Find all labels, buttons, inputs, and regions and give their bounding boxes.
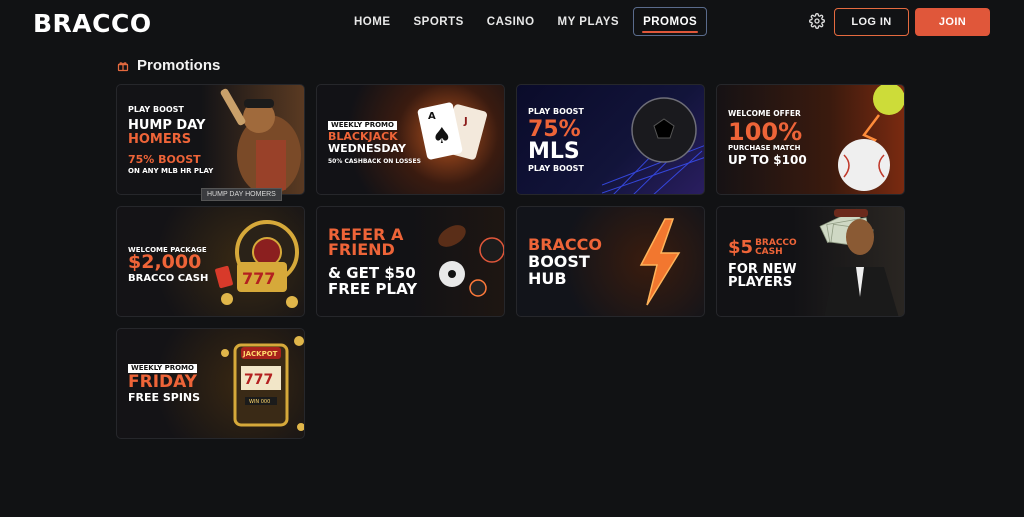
card-tag: PLAY BOOST — [528, 107, 584, 116]
card-line2: PURCHASE MATCH — [728, 144, 801, 152]
nav-promos[interactable]: PROMOS — [633, 7, 708, 36]
slot-machine-art: JACKPOT 777 WIN 000 — [221, 336, 304, 431]
card-tag: PLAY BOOST — [128, 105, 184, 114]
gift-icon — [117, 61, 129, 71]
card-tooltip: HUMP DAY HOMERS — [201, 188, 282, 201]
card-line2: MLS — [528, 139, 580, 164]
card-line1: FRIDAY — [128, 372, 197, 392]
card-line1: 75% — [528, 117, 581, 142]
card-line2: WEDNESDAY — [328, 142, 406, 155]
section-title: Promotions — [137, 57, 221, 74]
lightning-bolt-art — [639, 218, 681, 306]
promo-card-blackjack-wednesday[interactable]: A ♠ J WEEKLY PROMO BLACKJACK WEDNESDAY 5… — [316, 84, 505, 195]
card-line1: $2,000 — [128, 251, 202, 273]
ball-lightning-art — [838, 85, 904, 191]
dog-money-art — [819, 208, 899, 316]
svg-text:♠: ♠ — [432, 124, 452, 149]
promo-card-refer-a-friend[interactable]: REFER A FRIEND & GET $50 FREE PLAY — [316, 206, 505, 317]
promo-card-hump-day-homers[interactable]: PLAY BOOST HUMP DAY HOMERS 75% BOOST ON … — [116, 84, 305, 195]
playing-cards-art: A ♠ J — [417, 102, 487, 160]
card-line1: BLACKJACK — [328, 130, 398, 143]
card-line3: 75% BOOST — [128, 153, 201, 166]
promo-card-friday-free-spins[interactable]: JACKPOT 777 WIN 000 WEEKLY PROMO FRIDAY … — [116, 328, 305, 439]
slot-win-label: WIN 000 — [249, 399, 270, 405]
card-line3: 50% CASHBACK ON LOSSES — [328, 158, 421, 165]
gear-icon[interactable] — [809, 13, 825, 29]
card-tag: WEEKLY PROMO — [328, 121, 397, 130]
card-line1: 100% — [728, 118, 803, 146]
card-line4: FREE PLAY — [328, 280, 418, 298]
brand-logo[interactable]: BRACCO — [33, 9, 152, 38]
promo-card-welcome-package[interactable]: 777 WELCOME PACKAGE $2,000 BRACCO CASH — [116, 206, 305, 317]
soccer-ball-art — [602, 97, 704, 194]
card-line1: BRACCO — [528, 235, 602, 254]
roulette-slot-art: 777 — [215, 220, 299, 308]
nav-sports[interactable]: SPORTS — [405, 7, 473, 36]
card-line2: FRIEND — [328, 240, 395, 259]
promotions-heading: Promotions — [117, 57, 220, 74]
nav-casino[interactable]: CASINO — [478, 7, 544, 36]
card-line2: FREE SPINS — [128, 391, 201, 404]
card-line4: ON ANY MLB HR PLAY — [128, 167, 214, 175]
join-button[interactable]: JOIN — [915, 8, 990, 36]
sports-balls-art — [438, 225, 504, 297]
login-button[interactable]: LOG IN — [834, 8, 909, 36]
svg-text:A: A — [428, 111, 436, 122]
top-header: BRACCO HOME SPORTS CASINO MY PLAYS PROMO… — [0, 0, 1024, 44]
slot-jackpot-label: JACKPOT — [242, 350, 278, 358]
main-nav: HOME SPORTS CASINO MY PLAYS PROMOS — [345, 7, 712, 36]
promo-card-welcome-offer[interactable]: WELCOME OFFER 100% PURCHASE MATCH UP TO … — [716, 84, 905, 195]
card-line1: HUMP DAY — [128, 118, 206, 133]
nav-my-plays[interactable]: MY PLAYS — [549, 7, 629, 36]
card-line3: PLAY BOOST — [528, 164, 584, 173]
svg-text:J: J — [463, 116, 468, 127]
bear-baseball-art — [220, 88, 301, 194]
card-line2: BRACCO CASH — [128, 273, 209, 284]
card-line3: UP TO $100 — [728, 153, 807, 167]
card-line2: BOOST — [528, 252, 590, 271]
card-line1: $5 — [728, 237, 754, 258]
card-line3: HUB — [528, 269, 567, 288]
svg-text:777: 777 — [242, 269, 275, 288]
svg-text:777: 777 — [244, 372, 273, 388]
card-tag: WELCOME OFFER — [728, 109, 801, 118]
card-line3: & GET $50 — [328, 264, 416, 282]
card-line2: HOMERS — [128, 132, 192, 147]
promo-card-mls-play-boost[interactable]: PLAY BOOST 75% MLS PLAY BOOST — [516, 84, 705, 195]
promotions-grid: PLAY BOOST HUMP DAY HOMERS 75% BOOST ON … — [116, 84, 906, 439]
promo-card-boost-hub[interactable]: BRACCO BOOST HUB — [516, 206, 705, 317]
card-line1c: CASH — [755, 247, 783, 257]
promo-card-bracco-cash[interactable]: $5 BRACCO CASH FOR NEW PLAYERS — [716, 206, 905, 317]
card-line3: PLAYERS — [728, 275, 793, 290]
nav-home[interactable]: HOME — [345, 7, 400, 36]
